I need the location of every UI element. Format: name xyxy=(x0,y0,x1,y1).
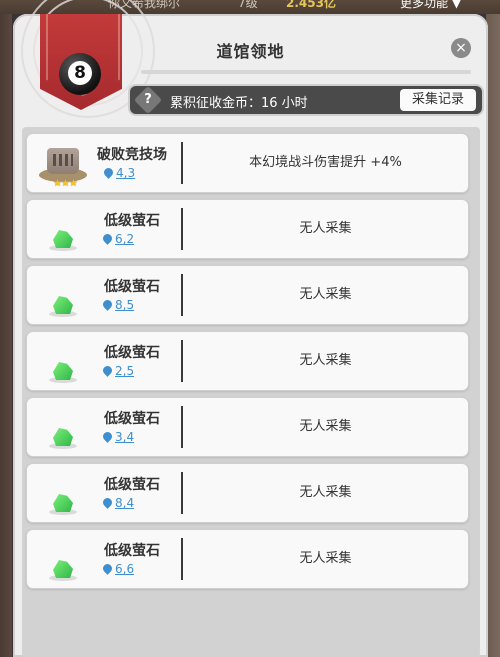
eight-ball-icon: 8 xyxy=(59,53,101,95)
location-pin-icon xyxy=(101,298,114,311)
territory-row[interactable]: 低级萤石 6,2 无人采集 xyxy=(26,199,469,259)
territory-name: 低级萤石 xyxy=(104,279,160,295)
territory-row[interactable]: 低级萤石 6,6 无人采集 xyxy=(26,529,469,589)
territory-row[interactable]: 低级萤石 8,5 无人采集 xyxy=(26,265,469,325)
fluorite-gem-icon xyxy=(53,296,73,314)
close-button[interactable]: × xyxy=(451,38,471,58)
territory-name: 低级萤石 xyxy=(104,411,160,427)
territory-coordinate-link[interactable]: 4,3 xyxy=(102,166,135,180)
territory-coordinate-link[interactable]: 6,2 xyxy=(101,232,134,246)
help-icon[interactable]: ? xyxy=(133,85,163,115)
fluorite-gem-icon xyxy=(53,230,73,248)
territory-status: 本幻境战斗伤害提升 +4% xyxy=(249,155,402,170)
location-pin-icon xyxy=(102,166,115,179)
fluorite-gem-icon xyxy=(53,428,73,446)
fluorite-gem-icon xyxy=(53,362,73,380)
territory-coordinate-link[interactable]: 6,6 xyxy=(101,562,134,576)
location-pin-icon xyxy=(101,364,114,377)
territory-name: 低级萤石 xyxy=(104,345,160,361)
badge-number: 8 xyxy=(68,61,92,85)
territory-status: 无人采集 xyxy=(299,221,352,236)
location-pin-icon xyxy=(101,430,114,443)
territory-coordinate-link[interactable]: 8,4 xyxy=(101,496,134,510)
territory-list[interactable]: ★★★ 破败竞技场 4,3 本幻境战斗伤害提升 +4% 低级萤石 6,2 无人采… xyxy=(22,127,480,657)
fluorite-gem-icon xyxy=(53,494,73,512)
income-info-bar: ? 累积征收金币：16 小时 采集记录 xyxy=(130,85,482,115)
background-left xyxy=(0,14,12,657)
background-right xyxy=(486,14,500,657)
territory-coordinate-link[interactable]: 3,4 xyxy=(101,430,134,444)
location-pin-icon xyxy=(101,232,114,245)
territory-status: 无人采集 xyxy=(299,419,352,434)
panel-header: 8 道馆领地 × ? 累积征收金币：16 小时 采集记录 xyxy=(13,0,488,124)
star-rating: ★★★ xyxy=(53,178,78,189)
header-divider xyxy=(141,70,471,74)
location-pin-icon xyxy=(101,496,114,509)
more-functions-button[interactable]: 更多功能 ▼ xyxy=(400,0,461,11)
territory-row[interactable]: 低级萤石 3,4 无人采集 xyxy=(26,397,469,457)
location-pin-icon xyxy=(101,562,114,575)
territory-row[interactable]: 低级萤石 2,5 无人采集 xyxy=(26,331,469,391)
territory-name: 低级萤石 xyxy=(104,543,160,559)
territory-name: 破败竞技场 xyxy=(97,147,167,163)
top-bar-currency: 2.453亿 xyxy=(286,0,336,10)
territory-coordinate-link[interactable]: 2,5 xyxy=(101,364,134,378)
territory-status: 无人采集 xyxy=(299,353,352,368)
territory-row[interactable]: ★★★ 破败竞技场 4,3 本幻境战斗伤害提升 +4% xyxy=(26,133,469,193)
top-bar-level: 7级 xyxy=(238,0,258,10)
territory-status: 无人采集 xyxy=(299,485,352,500)
collection-record-button[interactable]: 采集记录 xyxy=(400,89,476,111)
territory-coordinate-link[interactable]: 8,5 xyxy=(101,298,134,312)
arena-icon: ★★★ xyxy=(39,144,87,189)
cumulative-income-label: 累积征收金币：16 小时 xyxy=(170,96,308,111)
close-icon: × xyxy=(455,40,467,56)
territory-name: 低级萤石 xyxy=(104,213,160,229)
territory-name: 低级萤石 xyxy=(104,477,160,493)
gym-territory-panel: 8 道馆领地 × ? 累积征收金币：16 小时 采集记录 ★★★ 破败竞技场 4… xyxy=(13,0,488,657)
territory-row[interactable]: 低级萤石 8,4 无人采集 xyxy=(26,463,469,523)
territory-status: 无人采集 xyxy=(299,287,352,302)
fluorite-gem-icon xyxy=(53,560,73,578)
territory-status: 无人采集 xyxy=(299,551,352,566)
